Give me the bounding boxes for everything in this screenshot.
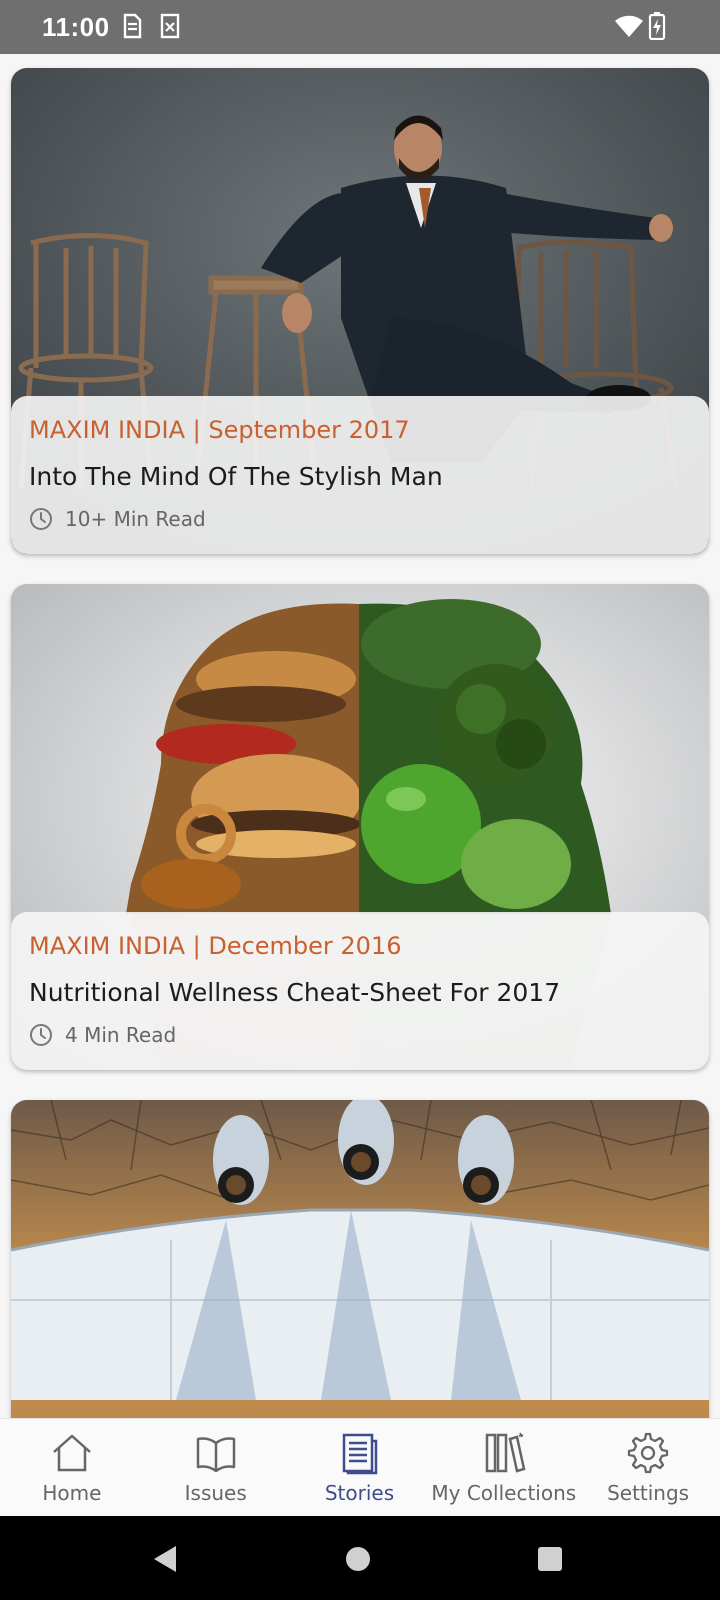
aircraft-underside-over-cracked-earth-photo <box>11 1100 709 1418</box>
system-navigation-bar <box>0 1516 720 1600</box>
read-time-label: 4 Min Read <box>65 1023 177 1047</box>
document-icon <box>343 1433 378 1475</box>
battery-charging-icon <box>648 12 666 45</box>
collections-icon <box>485 1432 526 1473</box>
nav-stories-label: Stories <box>324 1481 395 1505</box>
home-icon <box>53 1434 91 1472</box>
nav-settings-label: Settings <box>607 1481 690 1505</box>
nav-home-label: Home <box>42 1481 102 1505</box>
status-bar: 11:00 <box>0 0 720 54</box>
story-info-panel: MAXIM INDIA | September 2017 Into The Mi… <box>11 396 709 554</box>
nav-my-collections[interactable]: My Collections <box>431 1419 576 1516</box>
story-source: MAXIM INDIA | December 2016 <box>29 932 402 960</box>
story-read-time: 10+ Min Read <box>29 507 691 531</box>
story-title[interactable]: Nutritional Wellness Cheat-Sheet For 201… <box>29 978 691 1007</box>
story-read-time: 4 Min Read <box>29 1023 691 1047</box>
read-time-label: 10+ Min Read <box>65 507 206 531</box>
clock-icon <box>30 508 52 530</box>
stories-feed[interactable]: MAXIM INDIA | September 2017 Into The Mi… <box>0 54 720 1418</box>
nav-stories[interactable]: Stories <box>288 1419 432 1516</box>
story-title[interactable]: Into The Mind Of The Stylish Man <box>29 462 691 491</box>
storage-icon <box>158 12 182 45</box>
nav-settings[interactable]: Settings <box>576 1419 720 1516</box>
recents-icon[interactable] <box>537 1546 563 1572</box>
nav-my-collections-label: My Collections <box>431 1481 577 1505</box>
story-source: MAXIM INDIA | September 2017 <box>29 416 410 444</box>
clock-icon <box>30 1024 52 1046</box>
nav-issues[interactable]: Issues <box>144 1419 288 1516</box>
nav-issues-label: Issues <box>184 1481 247 1505</box>
story-info-panel: MAXIM INDIA | December 2016 Nutritional … <box>11 912 709 1070</box>
back-icon[interactable] <box>150 1544 180 1574</box>
gear-icon <box>627 1432 669 1474</box>
story-card[interactable]: MAXIM INDIA | December 2016 Nutritional … <box>11 584 709 1070</box>
book-icon <box>196 1437 235 1473</box>
home-circle-icon[interactable] <box>345 1546 371 1572</box>
story-card[interactable]: MAXIM INDIA | September 2017 Into The Mi… <box>11 68 709 554</box>
status-time: 11:00 <box>42 12 110 42</box>
sim-card-icon <box>120 12 144 45</box>
wifi-icon <box>614 14 644 43</box>
app-screen: 11:00 MAXIM INDIA | September 2017 Into … <box>0 0 720 1600</box>
bottom-navigation: Home Issues Stories My Collections Setti… <box>0 1418 720 1516</box>
story-card[interactable] <box>11 1100 709 1418</box>
nav-home[interactable]: Home <box>0 1419 144 1516</box>
